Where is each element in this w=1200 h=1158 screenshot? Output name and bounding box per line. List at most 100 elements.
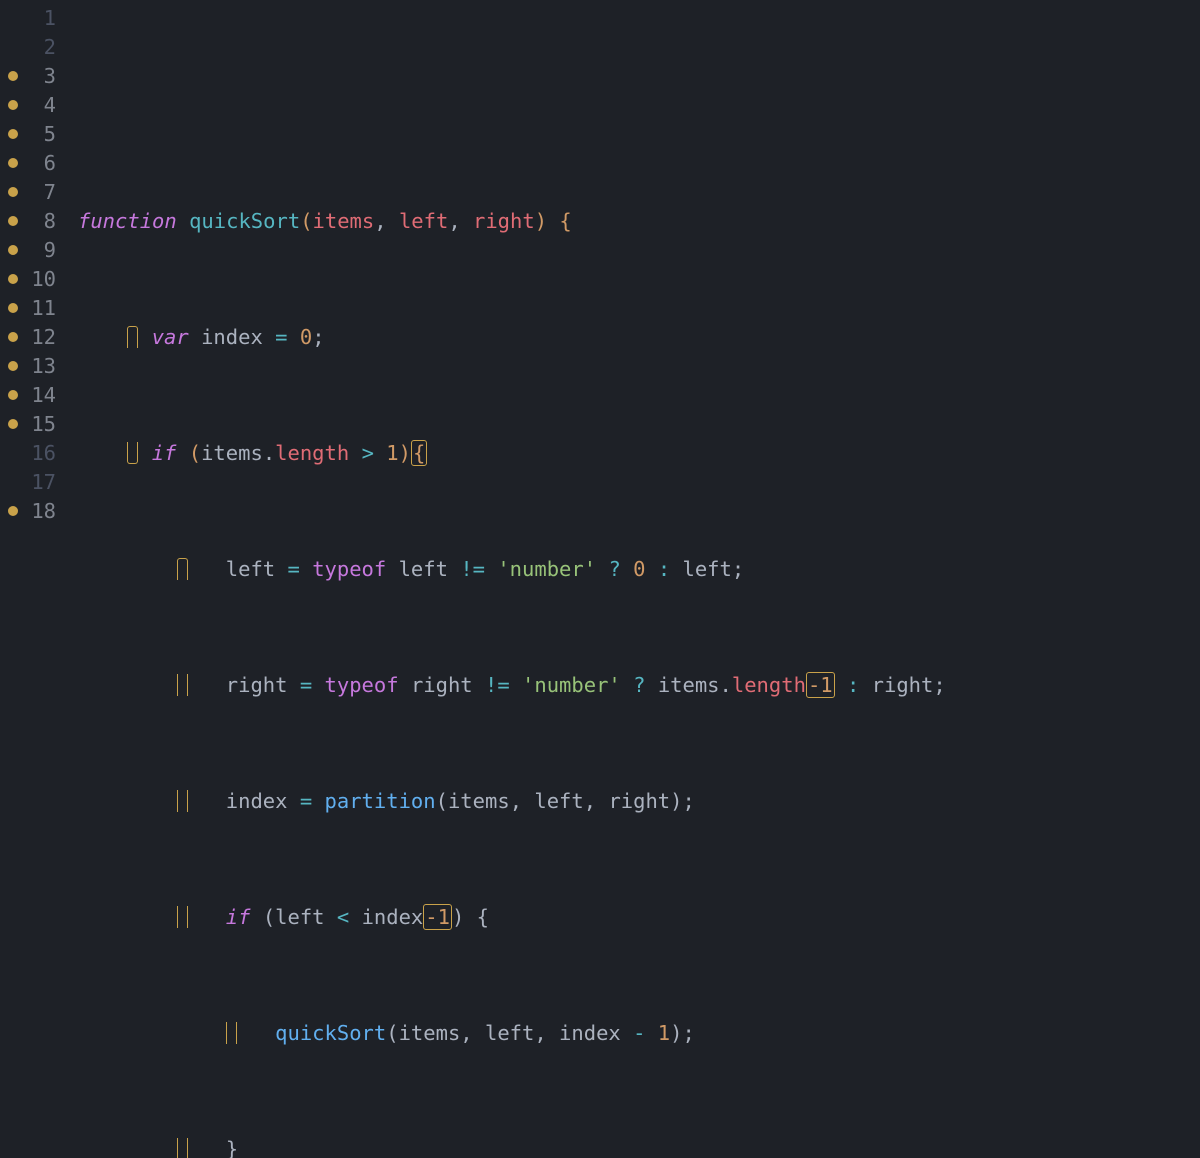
gutter-row[interactable]: 18 (0, 497, 60, 526)
gutter-row[interactable]: 7 (0, 178, 60, 207)
breakpoint-icon[interactable] (8, 419, 18, 429)
tok-keyword: typeof (325, 673, 399, 697)
gutter-row[interactable]: 11 (0, 294, 60, 323)
gutter-row[interactable]: 2 (0, 33, 60, 62)
breakpoint-icon[interactable] (8, 361, 18, 371)
line-number-gutter[interactable]: 1 2 3 4 5 6 7 8 9 10 11 12 13 14 15 16 1… (0, 4, 60, 1158)
tok-ident: left (275, 905, 324, 929)
fold-guide-icon (177, 1138, 188, 1158)
breakpoint-icon[interactable] (8, 390, 18, 400)
line-number: 11 (31, 296, 56, 320)
breakpoint-icon[interactable] (8, 245, 18, 255)
line-number: 14 (31, 383, 56, 407)
code-area[interactable]: function quickSort(items, left, right) {… (60, 4, 1200, 1158)
line-number: 8 (44, 209, 56, 233)
fold-guide-icon (226, 1022, 237, 1044)
fold-guide-icon (127, 442, 138, 464)
code-line[interactable]: function quickSort(items, left, right) { (78, 207, 1200, 236)
tok-brace: { (413, 441, 425, 465)
tok-number: -1 (808, 673, 833, 697)
gutter-row[interactable]: 13 (0, 352, 60, 381)
tok-semi: ; (312, 325, 324, 349)
tok-string: 'number' (497, 557, 596, 581)
code-line[interactable]: if (left < index-1) { (78, 903, 1200, 932)
tok-op: = (300, 789, 312, 813)
code-editor[interactable]: 1 2 3 4 5 6 7 8 9 10 11 12 13 14 15 16 1… (0, 0, 1200, 1158)
gutter-row[interactable]: 17 (0, 468, 60, 497)
gutter-row[interactable]: 16 (0, 439, 60, 468)
line-number: 13 (31, 354, 56, 378)
breakpoint-icon[interactable] (8, 506, 18, 516)
tok-ident: left (683, 557, 732, 581)
tok-prop: length (732, 673, 806, 697)
tok-keyword: if (152, 441, 177, 465)
code-line[interactable]: right = typeof right != 'number' ? items… (78, 671, 1200, 700)
tok-ident: left (534, 789, 583, 813)
breakpoint-icon[interactable] (8, 129, 18, 139)
breakpoint-icon[interactable] (8, 100, 18, 110)
tok-dot: . (720, 673, 732, 697)
tok-op: != (485, 673, 510, 697)
tok-paren: ) (535, 209, 547, 233)
gutter-row[interactable]: 15 (0, 410, 60, 439)
breakpoint-icon[interactable] (8, 274, 18, 284)
code-line[interactable]: var index = 0; (78, 323, 1200, 352)
gutter-row[interactable]: 12 (0, 323, 60, 352)
code-line[interactable]: } (78, 1135, 1200, 1158)
line-number: 9 (44, 238, 56, 262)
gutter-row[interactable]: 6 (0, 149, 60, 178)
tok-function: partition (325, 789, 436, 813)
breakpoint-icon[interactable] (8, 216, 18, 226)
breakpoint-icon[interactable] (8, 332, 18, 342)
tok-ident: right (411, 673, 473, 697)
tok-ident: items (201, 441, 263, 465)
tok-op: = (300, 673, 312, 697)
fold-guide-icon (177, 558, 188, 580)
tok-keyword: var (152, 325, 189, 349)
tok-comma: , (510, 789, 522, 813)
tok-number: 1 (386, 441, 398, 465)
tok-keyword: function (78, 209, 177, 233)
tok-ident: right (872, 673, 934, 697)
line-number: 7 (44, 180, 56, 204)
breakpoint-icon[interactable] (8, 303, 18, 313)
code-line[interactable]: left = typeof left != 'number' ? 0 : lef… (78, 555, 1200, 584)
breakpoint-icon[interactable] (8, 187, 18, 197)
code-line[interactable]: if (items.length > 1){ (78, 439, 1200, 468)
line-number: 4 (44, 93, 56, 117)
tok-comma: , (448, 209, 460, 233)
tok-ident: items (658, 673, 720, 697)
tok-semi: ; (732, 557, 744, 581)
tok-paren: ( (263, 905, 275, 929)
line-number: 10 (31, 267, 56, 291)
code-line[interactable]: quickSort(items, left, index - 1); (78, 1019, 1200, 1048)
gutter-row[interactable]: 8 (0, 207, 60, 236)
breakpoint-icon[interactable] (8, 71, 18, 81)
tok-function: quickSort (189, 209, 300, 233)
tok-comma: , (534, 1021, 546, 1045)
tok-param: items (313, 209, 375, 233)
gutter-row[interactable]: 14 (0, 381, 60, 410)
tok-prop: length (275, 441, 349, 465)
gutter-row[interactable]: 10 (0, 265, 60, 294)
code-line[interactable]: index = partition(items, left, right); (78, 787, 1200, 816)
tok-op: > (362, 441, 374, 465)
gutter-row[interactable]: 1 (0, 4, 60, 33)
bracket-match-icon: -1 (806, 672, 835, 698)
tok-op: != (460, 557, 485, 581)
tok-comma: , (374, 209, 386, 233)
gutter-row[interactable]: 9 (0, 236, 60, 265)
tok-comma: , (460, 1021, 472, 1045)
gutter-row[interactable]: 4 (0, 91, 60, 120)
fold-guide-icon (177, 906, 188, 928)
tok-op: = (288, 557, 300, 581)
tok-paren: ) (670, 1021, 682, 1045)
line-number: 18 (31, 499, 56, 523)
gutter-row[interactable]: 5 (0, 120, 60, 149)
gutter-row[interactable]: 3 (0, 62, 60, 91)
tok-number: 1 (658, 1021, 670, 1045)
tok-number: 0 (300, 325, 312, 349)
breakpoint-icon[interactable] (8, 158, 18, 168)
tok-function: quickSort (275, 1021, 386, 1045)
code-line[interactable] (78, 91, 1200, 120)
